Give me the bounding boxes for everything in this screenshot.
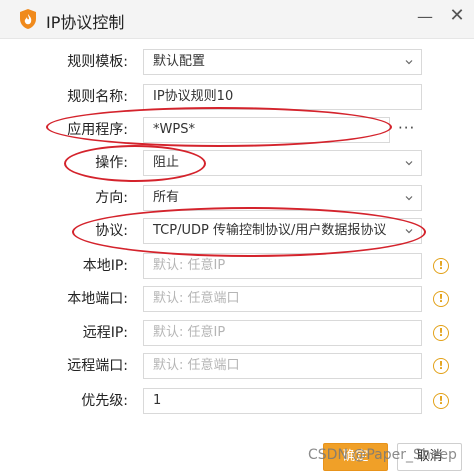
window-title: IP协议控制: [46, 13, 125, 32]
priority-value: 1: [153, 393, 162, 408]
remote-ip-label: 远程IP:: [82, 325, 128, 341]
rule-name-label: 规则名称:: [67, 89, 128, 105]
cancel-button[interactable]: 取消: [397, 443, 462, 471]
chevron-down-icon: [405, 196, 413, 201]
browse-button[interactable]: ···: [398, 119, 415, 137]
title-bar: IP协议控制 — ✕: [0, 0, 474, 39]
action-value: 阻止: [153, 155, 180, 170]
remote-port-label: 远程端口:: [67, 358, 128, 374]
priority-label: 优先级:: [81, 393, 128, 409]
local-ip-label: 本地IP:: [82, 258, 128, 274]
chevron-down-icon: [405, 229, 413, 234]
warning-icon: !: [433, 393, 449, 409]
local-ip-placeholder: 默认: 任意IP: [153, 258, 226, 273]
local-port-label: 本地端口:: [67, 291, 128, 307]
rule-name-value: IP协议规则10: [153, 89, 234, 104]
remote-ip-placeholder: 默认: 任意IP: [153, 325, 226, 340]
remote-ip-input[interactable]: 默认: 任意IP: [143, 320, 422, 346]
direction-value: 所有: [153, 190, 180, 205]
local-ip-input[interactable]: 默认: 任意IP: [143, 253, 422, 279]
minimize-button[interactable]: —: [414, 7, 436, 26]
rule-name-input[interactable]: IP协议规则10: [143, 84, 422, 110]
close-button[interactable]: ✕: [446, 5, 468, 26]
application-value: *WPS*: [153, 122, 195, 137]
protocol-value: TCP/UDP 传输控制协议/用户数据报协议: [153, 223, 387, 238]
rule-template-value: 默认配置: [153, 54, 206, 69]
local-port-input[interactable]: 默认: 任意端口: [143, 286, 422, 312]
remote-port-input[interactable]: 默认: 任意端口: [143, 353, 422, 379]
rule-template-label: 规则模板:: [67, 54, 128, 70]
direction-select[interactable]: 所有: [143, 185, 422, 211]
rule-template-select[interactable]: 默认配置: [143, 49, 422, 75]
warning-icon: !: [433, 325, 449, 341]
chevron-down-icon: [405, 60, 413, 65]
warning-icon: !: [433, 291, 449, 307]
flame-shield-icon: [20, 9, 36, 29]
protocol-label: 协议:: [95, 223, 128, 239]
warning-icon: !: [433, 358, 449, 374]
remote-port-placeholder: 默认: 任意端口: [153, 358, 240, 373]
application-label: 应用程序:: [67, 122, 128, 138]
application-input[interactable]: *WPS*: [143, 117, 390, 143]
action-select[interactable]: 阻止: [143, 150, 422, 176]
warning-icon: !: [433, 258, 449, 274]
direction-label: 方向:: [95, 190, 128, 206]
chevron-down-icon: [405, 161, 413, 166]
action-label: 操作:: [95, 155, 128, 171]
local-port-placeholder: 默认: 任意端口: [153, 291, 240, 306]
priority-input[interactable]: 1: [143, 388, 422, 414]
protocol-select[interactable]: TCP/UDP 传输控制协议/用户数据报协议: [143, 218, 422, 244]
ok-button[interactable]: 确定: [323, 443, 388, 471]
